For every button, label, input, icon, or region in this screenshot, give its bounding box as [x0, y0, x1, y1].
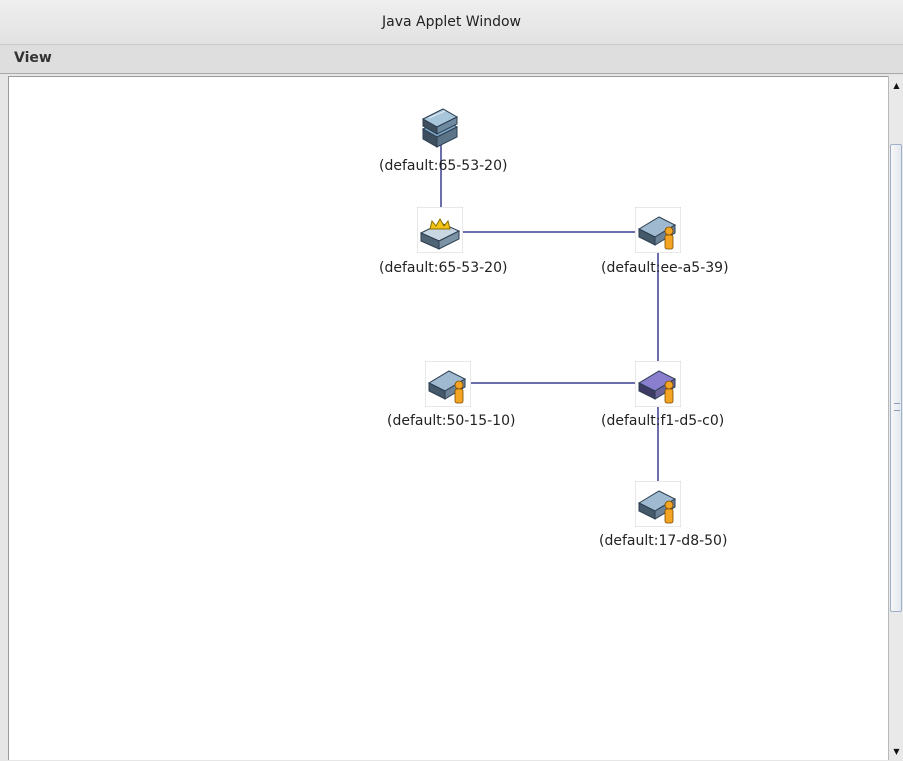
switch-user-icon [425, 361, 471, 407]
node-label: (default:ee-a5-39) [601, 260, 729, 276]
switch-user-icon [635, 481, 681, 527]
node-label: (default:f1-d5-c0) [601, 413, 725, 429]
node-label: (default:65-53-20) [379, 158, 508, 174]
node-label: (default:50-15-10) [387, 413, 516, 429]
root-switch-crown-icon [417, 207, 463, 253]
scrollbar-grip-icon [894, 403, 900, 411]
window-title: Java Applet Window [381, 14, 521, 30]
menu-view[interactable]: View [14, 50, 52, 66]
scrollbar-thumb[interactable] [890, 144, 902, 612]
switch-user-icon [635, 207, 681, 253]
node-label: (default:17-d8-50) [599, 533, 728, 549]
scroll-down-arrow-icon[interactable]: ▼ [890, 744, 903, 758]
vertical-scrollbar[interactable]: ▲ ▼ [888, 76, 903, 760]
window-titlebar: Java Applet Window [0, 0, 903, 45]
menu-bar: View [0, 45, 903, 74]
node-label: (default:65-53-20) [379, 260, 508, 276]
topology-canvas[interactable]: (default:65-53-20) (default:65-53-20) (d… [8, 76, 888, 760]
stacked-switch-icon [421, 108, 459, 148]
purple-switch-user-icon [635, 361, 681, 407]
scroll-up-arrow-icon[interactable]: ▲ [890, 78, 903, 92]
